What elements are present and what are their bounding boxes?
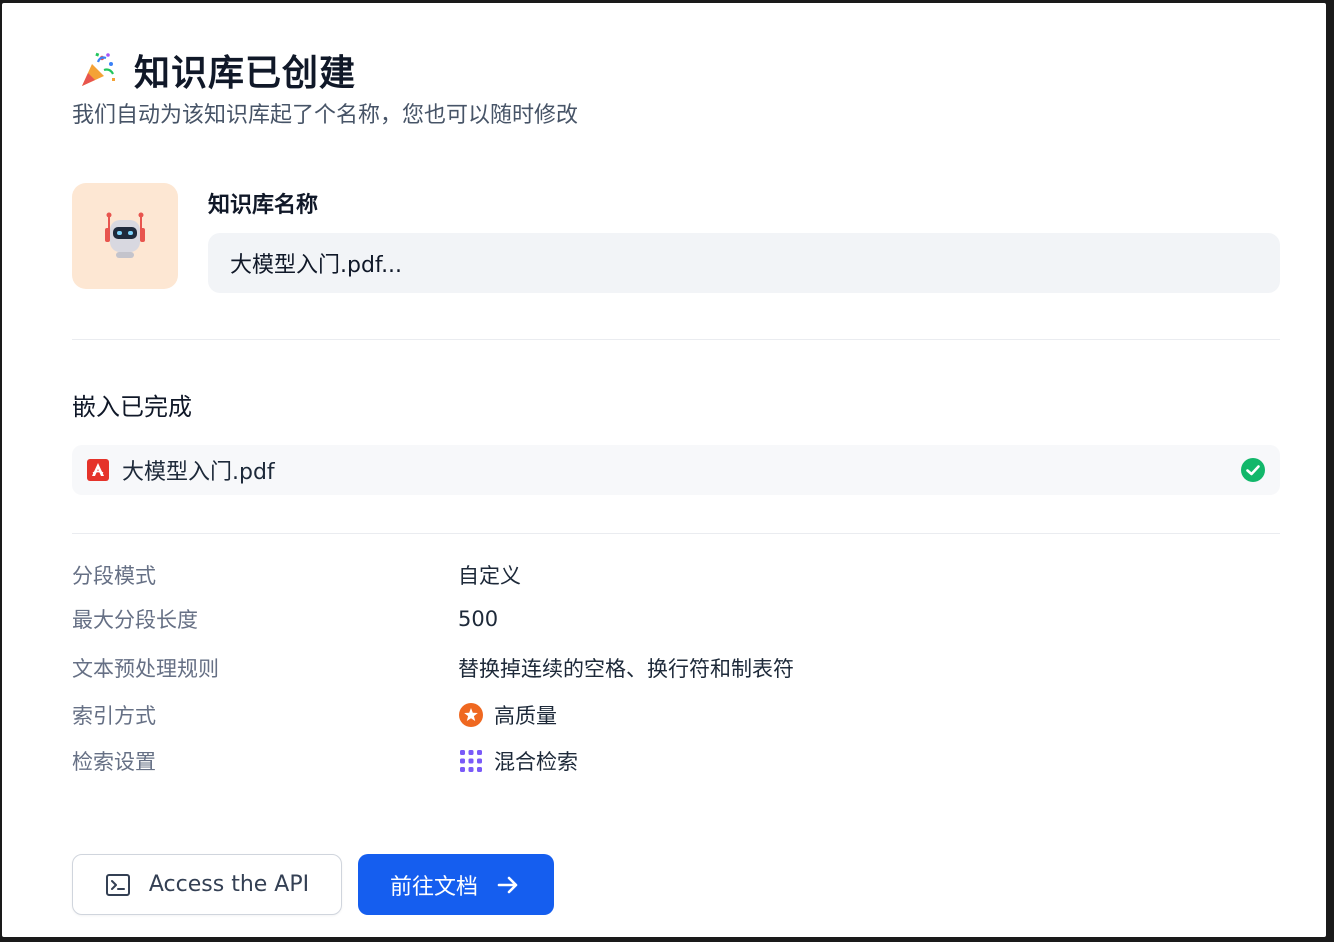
setting-value: 替换掉连续的空格、换行符和制表符 (458, 657, 794, 681)
setting-value: 500 (458, 607, 499, 631)
setting-row-retrieval: 检索设置 混合检索 (72, 741, 1280, 781)
dataset-name-label: 知识库名称 (208, 193, 319, 218)
divider (72, 339, 1280, 340)
setting-value-index-method: 高质量 (458, 700, 557, 730)
page-subtitle: 我们自动为该知识库起了个名称，您也可以随时修改 (72, 103, 579, 128)
setting-value: 混合检索 (494, 750, 578, 774)
access-api-label: Access the API (148, 872, 310, 897)
setting-label: 检索设置 (72, 750, 156, 774)
setting-row-segment-mode: 分段模式 自定义 (72, 555, 1280, 595)
terminal-icon (105, 873, 130, 896)
star-badge-icon (459, 703, 483, 727)
pdf-file-icon (87, 459, 109, 481)
grid-dots-icon (460, 750, 482, 772)
setting-value: 高质量 (494, 704, 557, 728)
setting-label: 分段模式 (72, 564, 156, 588)
setting-label: 文本预处理规则 (72, 657, 219, 681)
access-api-button[interactable]: Access the API (72, 854, 342, 915)
dataset-name-input[interactable]: 大模型入门.pdf... (208, 233, 1280, 293)
robot-icon (105, 212, 145, 258)
embedding-section-title: 嵌入已完成 (72, 393, 192, 421)
file-name: 大模型入门.pdf (122, 460, 275, 485)
setting-value-retrieval: 混合检索 (458, 746, 578, 776)
setting-label: 索引方式 (72, 704, 156, 728)
check-circle-icon (1241, 458, 1265, 482)
party-popper-icon (82, 52, 115, 86)
arrow-right-icon (497, 876, 518, 893)
setting-value: 自定义 (458, 564, 521, 588)
go-to-docs-button[interactable]: 前往文档 (358, 854, 554, 915)
go-to-docs-label: 前往文档 (389, 874, 478, 900)
setting-row-max-segment-length: 最大分段长度 500 (72, 599, 1280, 639)
page-title: 知识库已创建 (134, 53, 357, 94)
setting-row-preprocess-rules: 文本预处理规则 替换掉连续的空格、换行符和制表符 (72, 648, 1280, 688)
dataset-avatar[interactable] (72, 183, 178, 289)
file-list-item: 大模型入门.pdf (72, 445, 1280, 495)
divider (72, 533, 1280, 534)
setting-row-index-method: 索引方式 高质量 (72, 695, 1280, 735)
setting-label: 最大分段长度 (72, 608, 198, 632)
header: 知识库已创建 (78, 45, 356, 95)
dataset-created-panel: 知识库已创建 我们自动为该知识库起了个名称，您也可以随时修改 知识库名称 大模型… (2, 3, 1326, 937)
